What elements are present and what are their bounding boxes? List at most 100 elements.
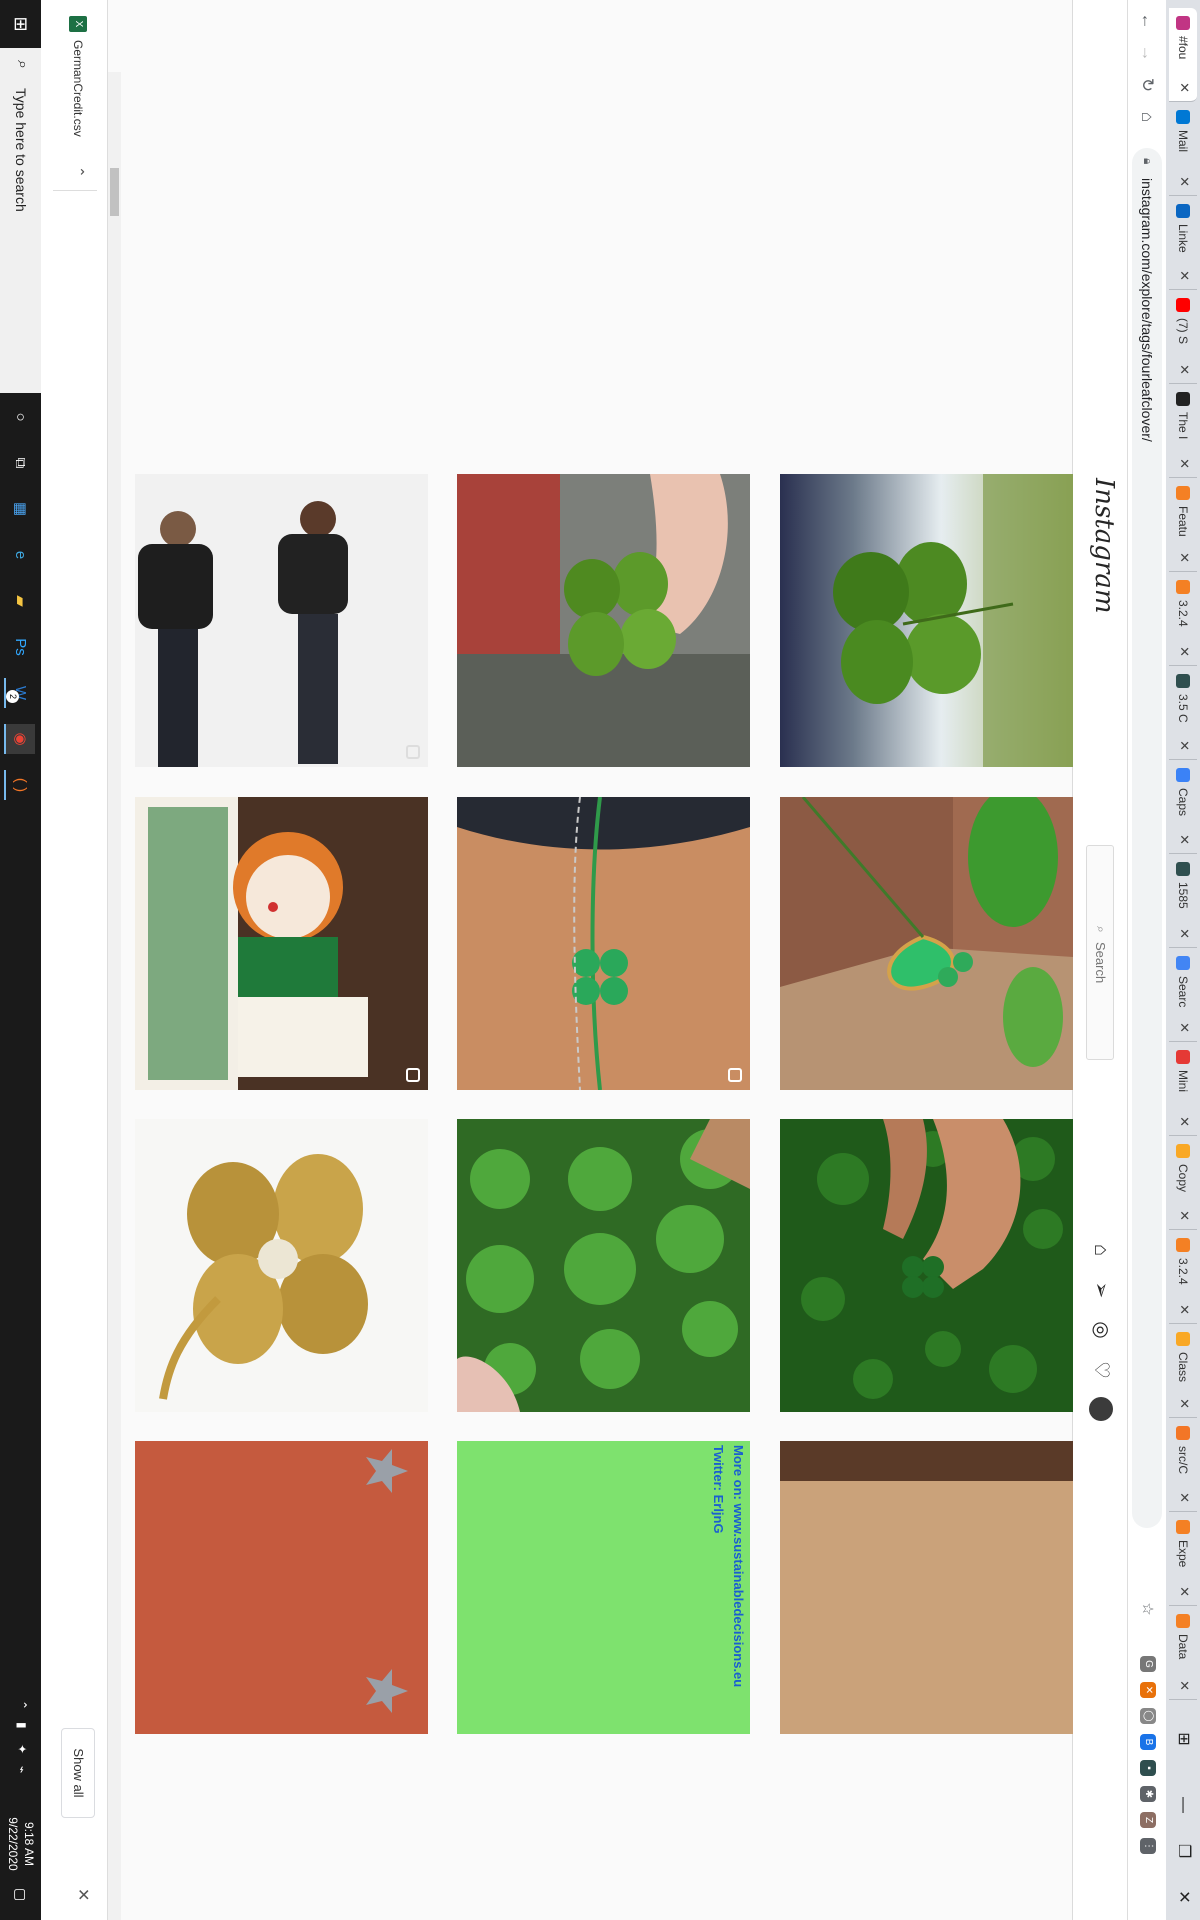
tab-close-icon[interactable]: ✕ <box>1176 270 1192 281</box>
tab-close-icon[interactable]: ✕ <box>1176 1022 1192 1033</box>
browser-tab[interactable]: The I ✕ <box>1169 384 1197 478</box>
show-all-button[interactable]: Show all <box>61 1728 95 1818</box>
direct-message-icon[interactable]: ➢ <box>1088 1277 1114 1303</box>
tab-close-icon[interactable]: ✕ <box>1176 552 1192 563</box>
circle-extension-icon[interactable]: ◯ <box>1140 1708 1156 1724</box>
browser-tab[interactable]: Copy ✕ <box>1169 1136 1197 1230</box>
tab-close-icon[interactable]: ✕ <box>1176 1586 1192 1597</box>
browser-tab[interactable]: Data ✕ <box>1169 1606 1197 1700</box>
post-leprechaun-doll[interactable] <box>135 797 428 1090</box>
post-gold-clover-brooch[interactable] <box>135 1119 428 1412</box>
browser-tab[interactable]: 3.5 C ✕ <box>1169 666 1197 760</box>
tab-title: Expe <box>1176 1540 1190 1568</box>
home-icon[interactable]: ⌂ <box>1088 1237 1114 1263</box>
tab-close-icon[interactable]: ✕ <box>1176 834 1192 845</box>
extension-x-icon[interactable]: ✕ <box>1140 1682 1156 1698</box>
address-bar[interactable]: 🔒︎ instagram.com/explore/tags/fourleafcl… <box>1132 148 1162 1528</box>
url-text: instagram.com/explore/tags/fourleafclove… <box>1139 178 1155 442</box>
network-icon[interactable]: ⌁ <box>15 1766 29 1773</box>
browser-tab[interactable]: (7) S ✕ <box>1169 290 1197 384</box>
bookmark-star-icon[interactable]: ☆ <box>1134 1596 1160 1622</box>
puzzle-icon[interactable]: ✱ <box>1140 1786 1156 1802</box>
tag-icon[interactable]: ⌂ <box>1134 104 1160 130</box>
jupyter-icon[interactable]: ( ) <box>4 770 35 800</box>
browser-tab[interactable]: 3.2.4 ✕ <box>1169 572 1197 666</box>
chrome-icon[interactable]: ◉ <box>4 724 35 754</box>
tab-close-icon[interactable]: ✕ <box>1176 176 1192 187</box>
tab-close-icon[interactable]: ✕ <box>1176 646 1192 657</box>
post-tshirt-models[interactable] <box>135 474 428 767</box>
browser-tab[interactable]: 3.2.4 ✕ <box>1169 1230 1197 1324</box>
tab-close-icon[interactable]: ✕ <box>1176 740 1192 751</box>
windows-start-icon[interactable]: ⊞ <box>0 0 41 48</box>
instagram-logo[interactable]: Instagram <box>1089 478 1119 614</box>
taskbar-search-box[interactable]: ⌕ Type here to search <box>0 48 41 393</box>
profile-avatar[interactable] <box>1089 1397 1113 1421</box>
tab-close-icon[interactable]: ✕ <box>1176 364 1192 375</box>
restore-button[interactable]: ❐ <box>1166 1828 1200 1874</box>
tab-close-icon[interactable]: ✕ <box>1176 1492 1192 1503</box>
tab-close-icon[interactable]: ✕ <box>1176 1304 1192 1315</box>
post-text-banner[interactable]: More on: www.sustainabledecisions.eu Twi… <box>457 1441 750 1734</box>
chevron-up-icon[interactable]: ⌃ <box>70 166 87 178</box>
post-clover-hand-grass[interactable] <box>780 1119 1073 1412</box>
b-extension-icon[interactable]: B <box>1140 1734 1156 1750</box>
back-icon[interactable]: ← <box>1134 8 1160 34</box>
tab-close-icon[interactable]: ✕ <box>1176 1680 1192 1691</box>
minimize-button[interactable]: — <box>1166 1782 1200 1828</box>
photoshop-icon[interactable]: Ps <box>6 632 35 662</box>
browser-tab[interactable]: Expe ✕ <box>1169 1512 1197 1606</box>
tab-title: Class <box>1176 1352 1190 1383</box>
browser-tab[interactable]: Mini ✕ <box>1169 1042 1197 1136</box>
tab-close-icon[interactable]: ✕ <box>1176 1398 1192 1409</box>
browser-tab[interactable]: Featu ✕ <box>1169 478 1197 572</box>
file-explorer-icon[interactable]: ▰ <box>6 586 35 616</box>
tab-close-icon[interactable]: ✕ <box>1176 928 1192 939</box>
close-window-button[interactable]: ✕ <box>1166 1874 1200 1920</box>
scrollbar-thumb[interactable] <box>110 168 119 216</box>
tab-close-icon[interactable]: ✕ <box>1176 1210 1192 1221</box>
browser-tab[interactable]: Caps ✕ <box>1169 760 1197 854</box>
store-icon[interactable]: ▦ <box>6 494 35 524</box>
clock[interactable]: 9:18 AM 9/22/2020 <box>5 1812 37 1876</box>
profile-avatar-icon[interactable]: Z <box>1140 1812 1156 1828</box>
browser-tab[interactable]: 1585 ✕ <box>1169 854 1197 948</box>
post-partial-hair[interactable] <box>780 1441 1073 1734</box>
task-view-icon[interactable]: ⧉ <box>6 448 35 478</box>
edge-icon[interactable]: e <box>6 540 35 570</box>
tab-close-icon[interactable]: ✕ <box>1176 82 1192 93</box>
tab-title: Linke <box>1176 224 1190 253</box>
cortana-icon[interactable]: ○ <box>6 402 35 432</box>
horizontal-scrollbar[interactable] <box>108 72 121 1920</box>
analytics-extension-icon[interactable]: ▪ <box>1140 1760 1156 1776</box>
tab-close-icon[interactable]: ✕ <box>1176 1116 1192 1127</box>
close-icon[interactable]: ✕ <box>73 1888 93 1901</box>
post-clover-necklace[interactable] <box>780 797 1073 1090</box>
search-input[interactable] <box>1092 940 1109 1044</box>
instagram-search-box[interactable]: ⌕ <box>1086 845 1114 1060</box>
explore-icon[interactable]: ◎ <box>1088 1317 1114 1343</box>
browser-tab[interactable]: #fou ✕ <box>1169 8 1197 102</box>
new-tab-button[interactable]: ⊞ <box>1166 1716 1200 1762</box>
post-clover-fingers[interactable] <box>457 474 750 767</box>
tab-close-icon[interactable]: ✕ <box>1176 458 1192 469</box>
action-center-icon[interactable]: ▢ <box>12 1888 29 1901</box>
post-clover-bracelet[interactable] <box>457 797 750 1090</box>
post-clover-sky[interactable] <box>780 474 1073 767</box>
browser-tab[interactable]: Class ✕ <box>1169 1324 1197 1418</box>
show-hidden-icons-icon[interactable]: ⌃ <box>15 1700 29 1710</box>
activity-heart-icon[interactable]: ♡ <box>1088 1357 1114 1383</box>
dropbox-icon[interactable]: ✦ <box>15 1744 29 1754</box>
browser-tab[interactable]: Searc ✕ <box>1169 948 1197 1042</box>
post-clover-patch[interactable] <box>457 1119 750 1412</box>
battery-icon[interactable]: ▮ <box>15 1722 29 1729</box>
download-item[interactable]: X GermanCredit.csv ⌃ <box>53 10 97 191</box>
browser-tab[interactable]: Linke ✕ <box>1169 196 1197 290</box>
menu-dots-icon[interactable]: ⋮ <box>1140 1838 1156 1854</box>
forward-icon[interactable]: → <box>1134 40 1160 66</box>
google-icon[interactable]: G <box>1140 1656 1156 1672</box>
reload-icon[interactable]: ↻ <box>1134 72 1160 98</box>
browser-tab[interactable]: src/C ✕ <box>1169 1418 1197 1512</box>
browser-tab[interactable]: Mail ✕ <box>1169 102 1197 196</box>
post-partial-stars[interactable] <box>135 1441 428 1734</box>
